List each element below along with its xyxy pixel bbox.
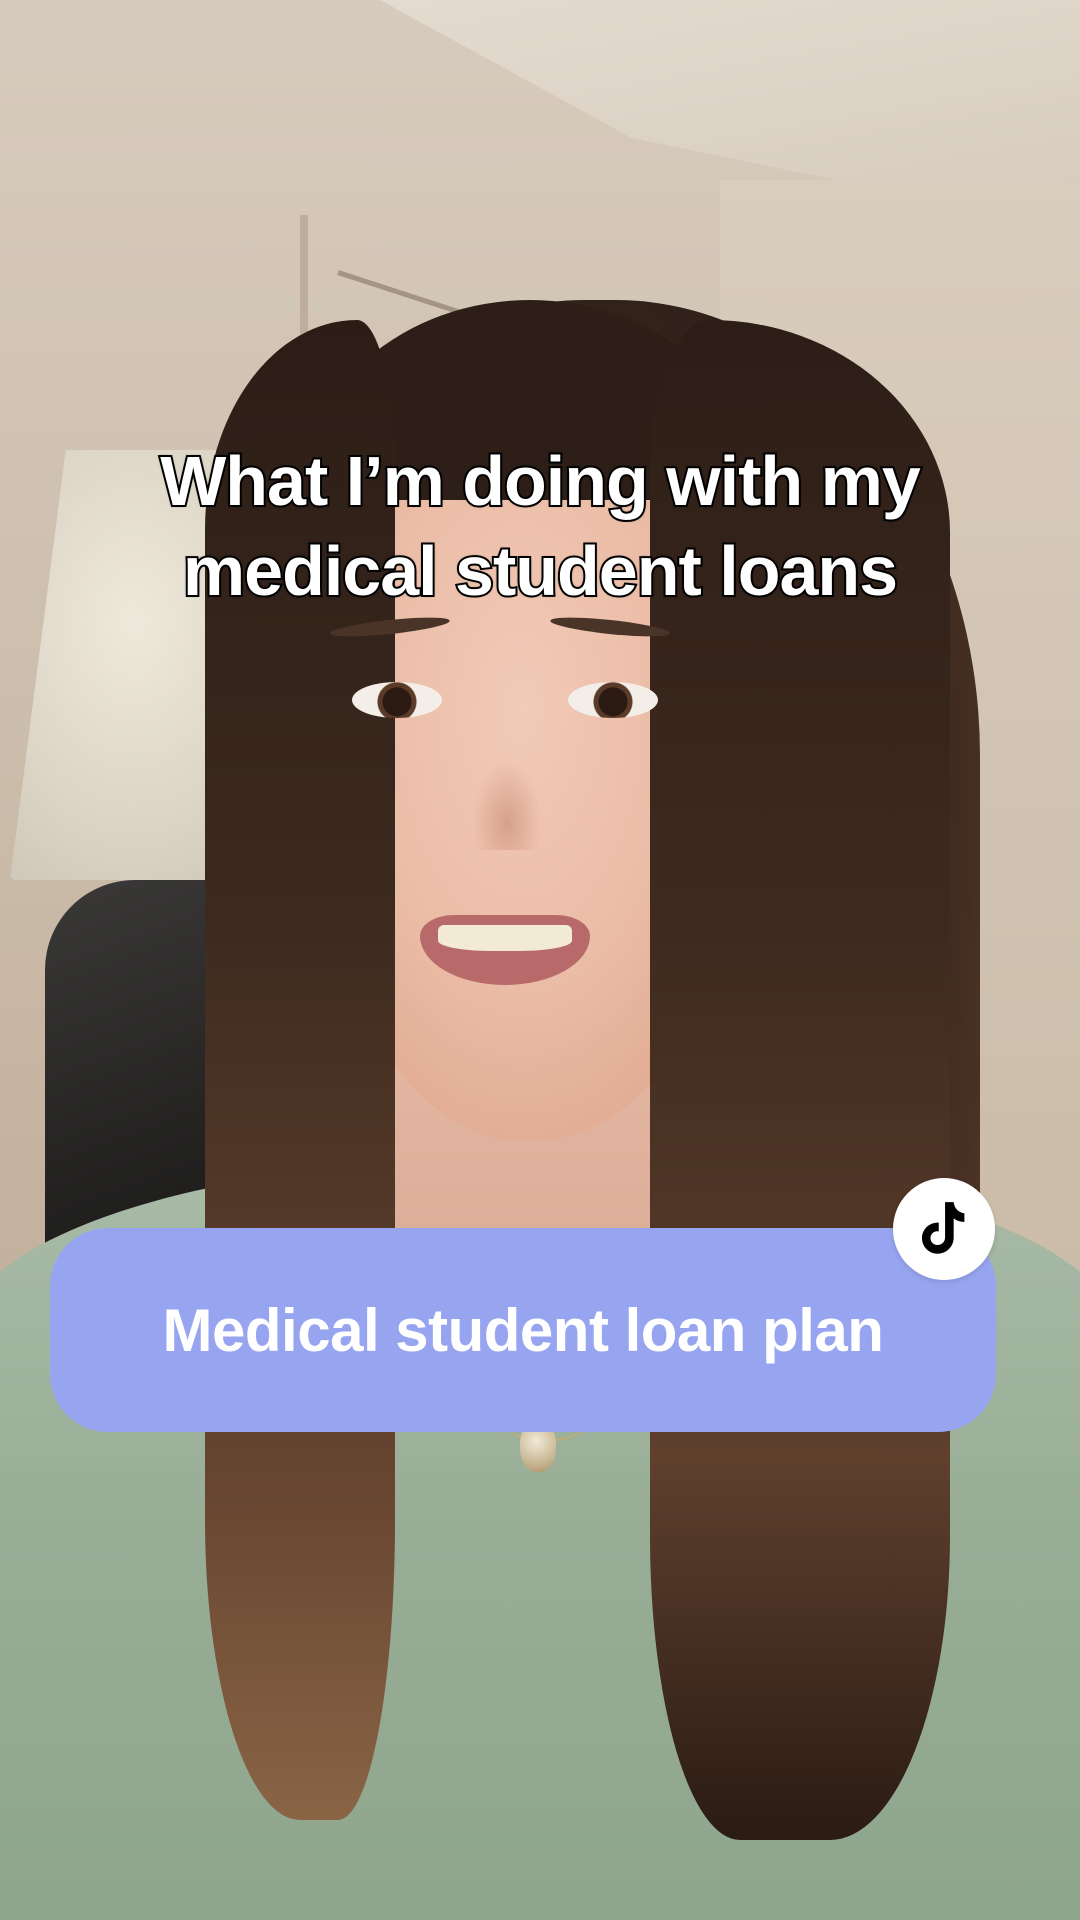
caption-line: What I’m doing with my — [158, 440, 923, 522]
eye-right — [568, 682, 658, 718]
video-frame[interactable]: What I’m doing with my medical student l… — [0, 0, 1080, 1920]
caption-line: medical student loans — [181, 530, 900, 612]
tiktok-badge[interactable] — [893, 1178, 995, 1280]
video-caption: What I’m doing with my medical student l… — [60, 436, 1020, 616]
video-background — [0, 0, 1080, 1920]
teeth — [438, 925, 572, 951]
topic-pill[interactable]: Medical student loan plan — [50, 1228, 996, 1432]
eye-left — [352, 682, 442, 718]
tiktok-logo-icon — [921, 1202, 965, 1254]
topic-label: Medical student loan plan — [162, 1296, 884, 1364]
nose — [472, 760, 542, 850]
